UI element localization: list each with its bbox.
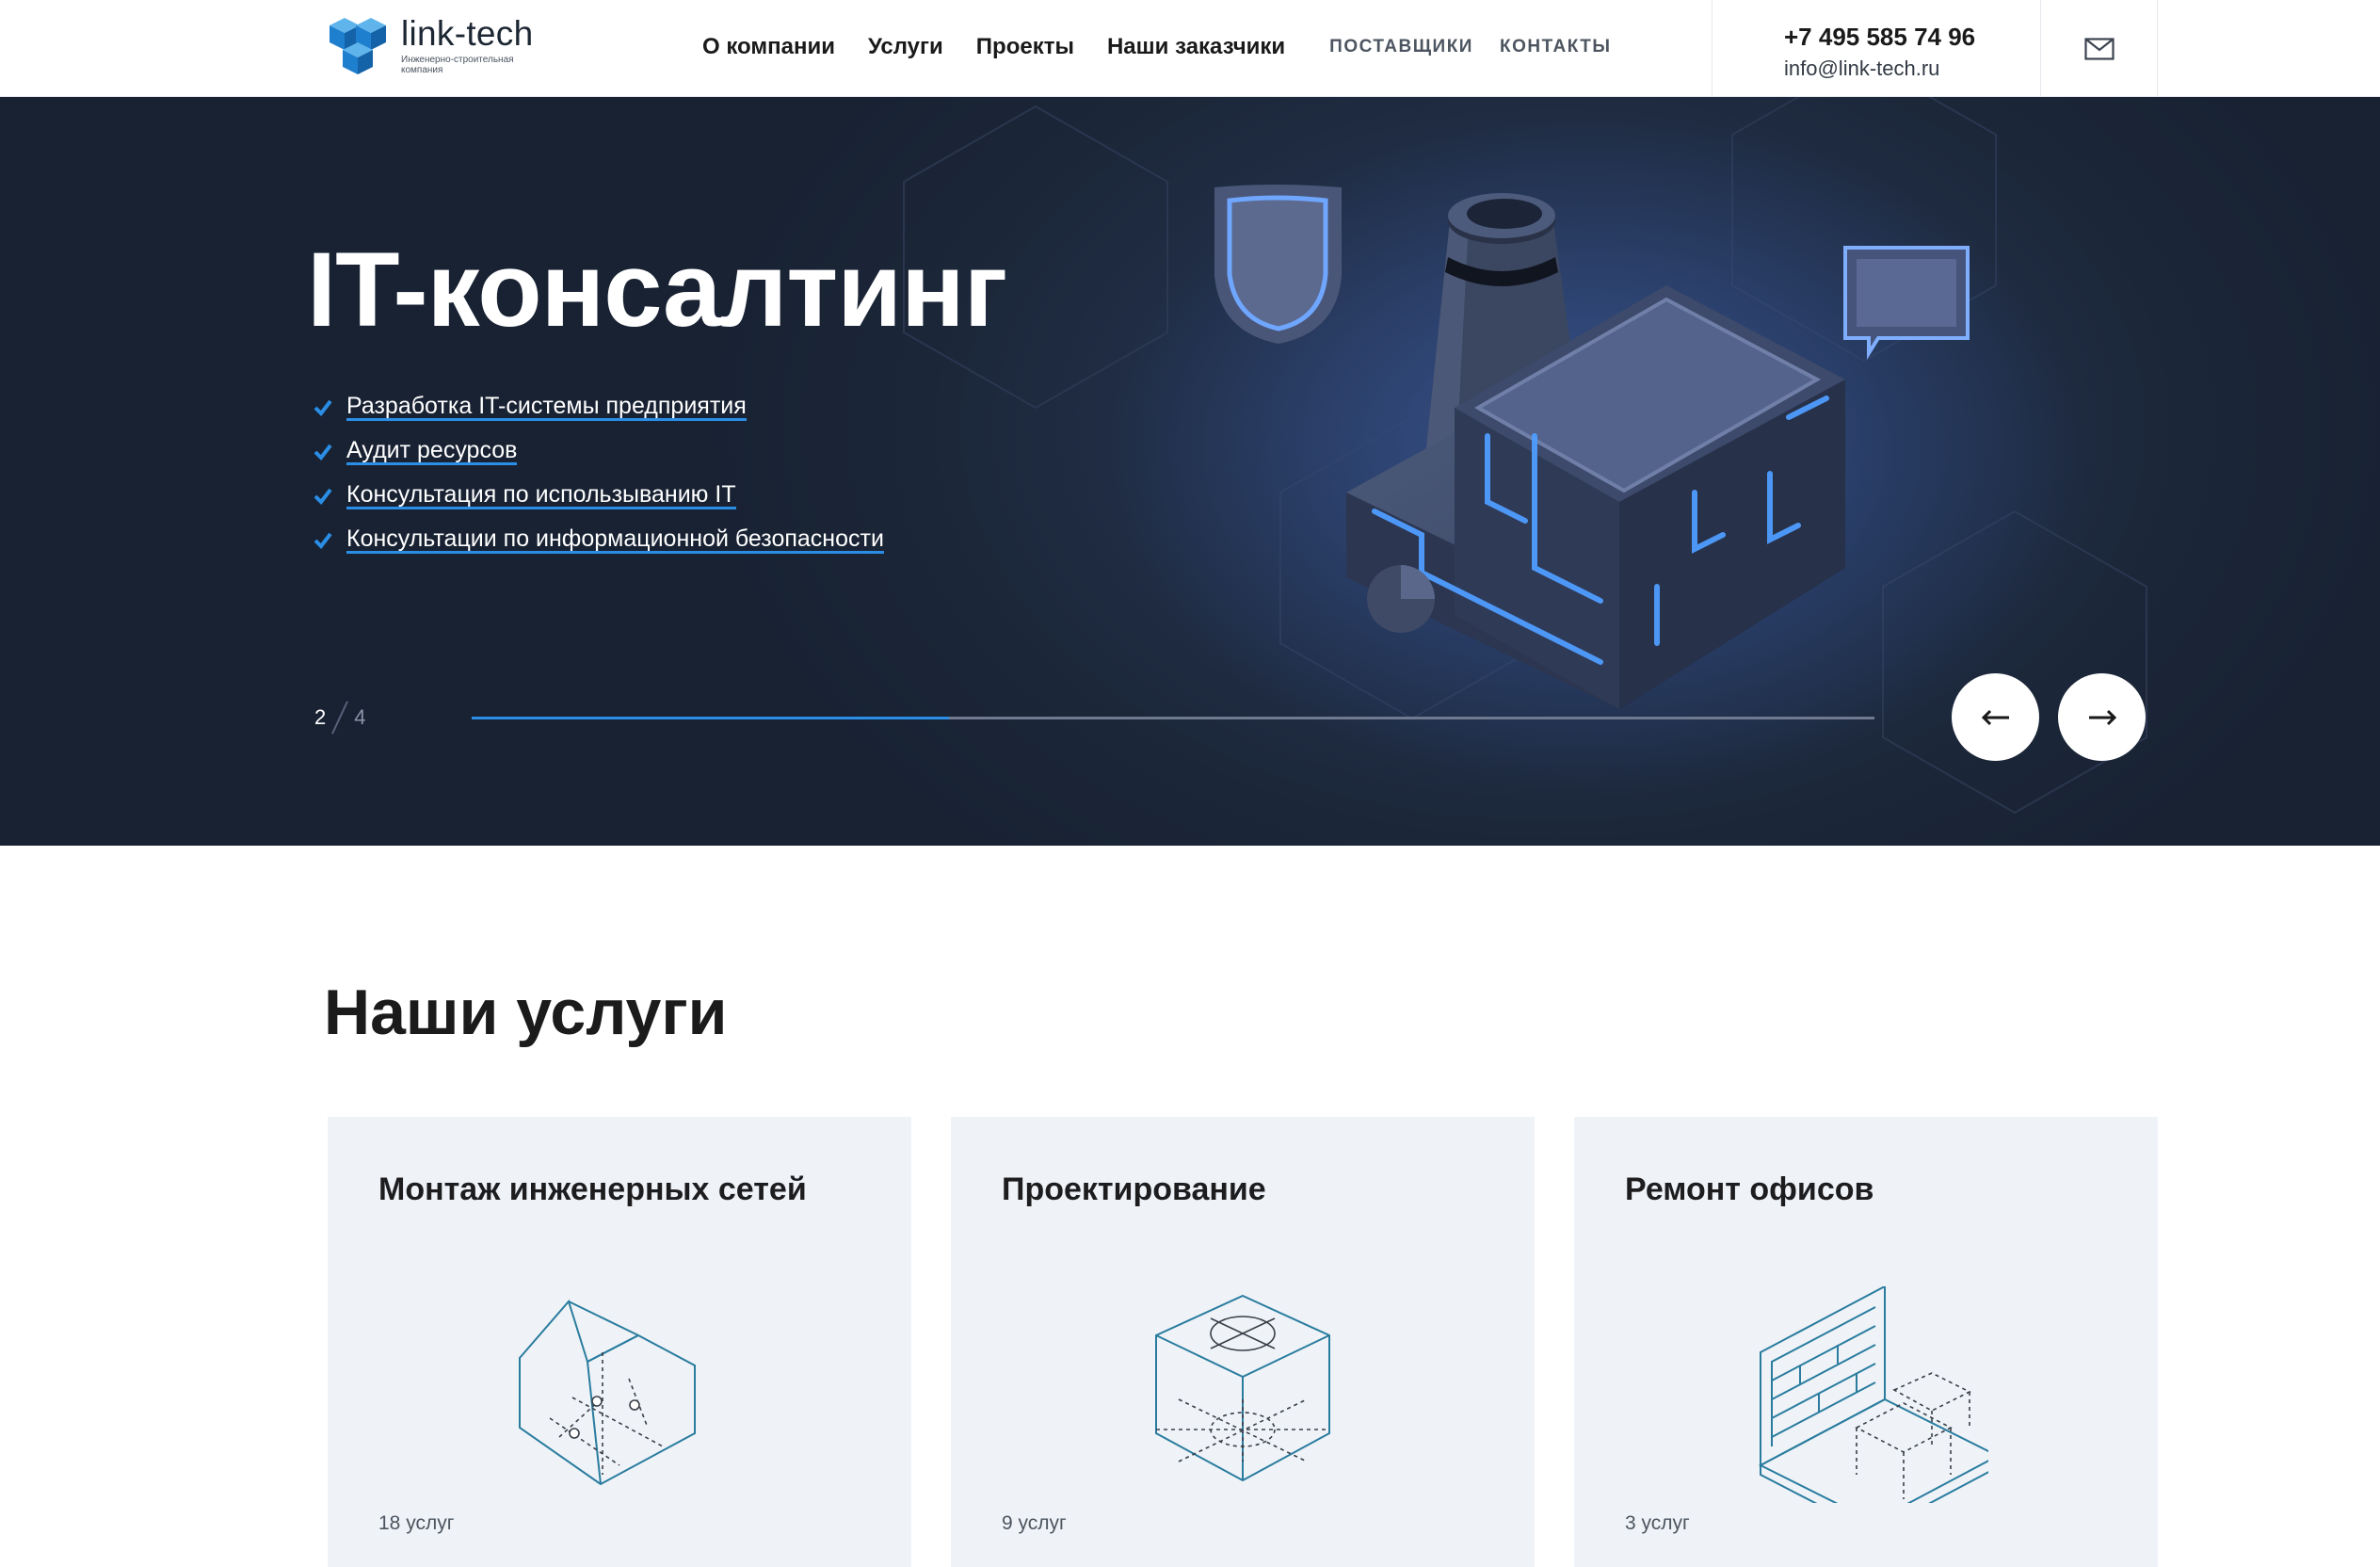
hero-list-item: Разработка IT-системы предприятия	[313, 385, 884, 429]
main-nav: О компании Услуги Проекты Наши заказчики…	[702, 0, 1637, 94]
nav-about[interactable]: О компании	[702, 34, 835, 60]
hero-list-item: Аудит ресурсов	[313, 429, 884, 474]
service-card-title: Ремонт офисов	[1625, 1171, 1874, 1207]
check-icon	[314, 532, 332, 549]
check-icon	[314, 444, 332, 460]
nav-projects[interactable]: Проекты	[976, 34, 1074, 60]
hero-link-it-system[interactable]: Разработка IT-системы предприятия	[346, 394, 747, 422]
service-card-title: Монтаж инженерных сетей	[378, 1171, 807, 1207]
house-network-icon	[519, 1299, 696, 1486]
slide-progress-fill	[472, 717, 949, 719]
check-icon	[314, 399, 332, 416]
slide-total: 4	[354, 705, 366, 729]
service-card-count: 3 услуг	[1625, 1512, 1690, 1534]
cube-blueprint-icon	[1155, 1294, 1330, 1482]
hero-slider: IT-консалтинг Разработка IT-системы пред…	[0, 97, 2380, 846]
hero-title: IT-консалтинг	[307, 231, 1007, 348]
arrow-left-icon	[1981, 709, 2009, 725]
logo[interactable]: link-tech Инженерно-строительная компани…	[324, 11, 533, 79]
next-slide-button[interactable]	[2058, 673, 2146, 761]
mail-button[interactable]	[2041, 0, 2158, 97]
header-contacts: +7 495 585 74 96 info@link-tech.ru	[1712, 0, 2041, 97]
hero-services-list: Разработка IT-системы предприятия Аудит …	[313, 385, 884, 562]
nav-services[interactable]: Услуги	[868, 34, 943, 60]
logo-tagline: Инженерно-строительная компания	[401, 54, 514, 75]
hero-link-audit[interactable]: Аудит ресурсов	[346, 438, 518, 466]
hero-list-item: Консультации по информационной безопасно…	[313, 518, 884, 562]
email-address[interactable]: info@link-tech.ru	[1784, 57, 1939, 81]
slide-progress-bar	[472, 717, 1874, 719]
slide-current: 2	[314, 705, 327, 729]
site-header: link-tech Инженерно-строительная компани…	[0, 0, 2380, 97]
slide-counter: 2 4	[314, 700, 366, 735]
office-room-icon	[1758, 1286, 1988, 1503]
service-card-networks[interactable]: Монтаж инженерных сетей 18 услуг	[328, 1117, 911, 1567]
service-card-title: Проектирование	[1002, 1171, 1266, 1207]
hero-list-item: Консультация по использыванию IT	[313, 474, 884, 518]
prev-slide-button[interactable]	[1952, 673, 2039, 761]
service-card-count: 18 услуг	[378, 1512, 455, 1534]
service-card-count: 9 услуг	[1002, 1512, 1067, 1534]
logo-cube-icon	[330, 18, 386, 74]
check-icon	[314, 488, 332, 505]
service-card-office[interactable]: Ремонт офисов 3 услуг	[1574, 1117, 2158, 1567]
nav-contacts[interactable]: КОНТАКТЫ	[1500, 37, 1612, 57]
slide-divider	[331, 701, 349, 735]
service-card-design[interactable]: Проектирование 9 услуг	[951, 1117, 1535, 1567]
nav-suppliers[interactable]: ПОСТАВЩИКИ	[1329, 37, 1473, 57]
services-title: Наши услуги	[324, 977, 728, 1048]
phone-number[interactable]: +7 495 585 74 96	[1784, 23, 1975, 52]
nav-clients[interactable]: Наши заказчики	[1107, 34, 1285, 60]
arrow-right-icon	[2088, 709, 2116, 725]
envelope-icon	[2083, 37, 2115, 60]
hero-link-security[interactable]: Консультации по информационной безопасно…	[346, 526, 884, 555]
logo-name: link-tech	[401, 13, 534, 53]
hero-link-it-consulting[interactable]: Консультация по использыванию IT	[346, 482, 736, 510]
